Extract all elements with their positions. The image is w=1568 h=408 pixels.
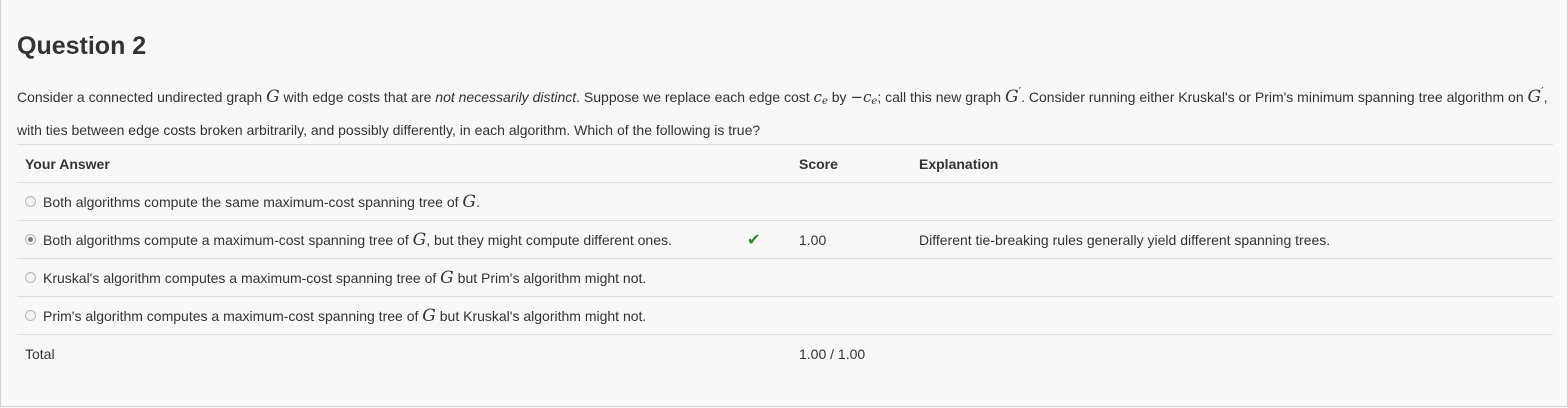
prompt-text: . Suppose we replace each edge cost bbox=[576, 89, 814, 105]
answer-row: Prim's algorithm computes a maximum-cost… bbox=[17, 296, 1553, 335]
answer-cell: Both algorithms compute a maximum-cost s… bbox=[17, 220, 747, 259]
answer-option[interactable]: Kruskal's algorithm computes a maximum-c… bbox=[25, 268, 646, 288]
option-text-post: but Prim's algorithm might not. bbox=[453, 269, 647, 286]
explanation-cell bbox=[911, 334, 1553, 372]
total-score: 1.00 / 1.00 bbox=[791, 334, 911, 372]
total-row: Total 1.00 / 1.00 bbox=[17, 334, 1553, 372]
option-text-pre: Both algorithms compute a maximum-cost s… bbox=[43, 231, 413, 248]
answer-cell: Kruskal's algorithm computes a maximum-c… bbox=[17, 258, 747, 297]
explanation-cell: Different tie-breaking rules generally y… bbox=[911, 220, 1553, 259]
explanation-cell bbox=[911, 258, 1553, 297]
prompt-emphasis: not necessarily distinct bbox=[435, 89, 577, 105]
math-neg-c: −c bbox=[850, 88, 872, 106]
mark-cell bbox=[747, 296, 791, 335]
math-ce: ce bbox=[813, 88, 828, 107]
radio-icon[interactable] bbox=[25, 196, 36, 207]
radio-icon[interactable] bbox=[25, 234, 36, 245]
answer-cell: Both algorithms compute the same maximum… bbox=[17, 182, 747, 221]
prompt-text: with edge costs that are bbox=[279, 89, 436, 105]
header-mark bbox=[747, 144, 791, 183]
answer-row: Kruskal's algorithm computes a maximum-c… bbox=[17, 258, 1553, 297]
prompt-text: Consider a connected undirected graph bbox=[17, 89, 267, 105]
results-table: Your Answer Score Explanation Both algor… bbox=[17, 144, 1553, 372]
math-g: G bbox=[440, 267, 454, 288]
checkmark-icon: ✔ bbox=[747, 230, 761, 249]
option-text-post: but Kruskal's algorithm might not. bbox=[435, 307, 647, 324]
option-text: Kruskal's algorithm computes a maximum-c… bbox=[43, 268, 646, 288]
radio-icon[interactable] bbox=[25, 272, 36, 283]
math-gprime: G′ bbox=[1527, 85, 1544, 107]
math-neg-ce: −ce bbox=[850, 88, 877, 107]
prompt-text: by bbox=[827, 89, 851, 105]
option-text-post: , but they might compute different ones. bbox=[426, 231, 672, 248]
answer-option[interactable]: Both algorithms compute the same maximum… bbox=[25, 192, 480, 212]
score-cell bbox=[791, 182, 911, 221]
radio-icon[interactable] bbox=[25, 310, 36, 321]
math-c: c bbox=[813, 88, 822, 106]
math-g: G bbox=[462, 191, 477, 212]
score-cell: 1.00 bbox=[791, 220, 911, 259]
option-text-pre: Kruskal's algorithm computes a maximum-c… bbox=[43, 269, 441, 286]
explanation-cell bbox=[911, 296, 1553, 335]
option-text-post: . bbox=[476, 193, 480, 210]
prompt-text: . Consider running either Kruskal's or P… bbox=[1021, 89, 1528, 105]
answer-option[interactable]: Both algorithms compute a maximum-cost s… bbox=[25, 230, 672, 250]
option-text: Prim's algorithm computes a maximum-cost… bbox=[43, 306, 646, 326]
question-title: Question 2 bbox=[17, 32, 147, 60]
math-g: G bbox=[412, 229, 427, 250]
header-score: Score bbox=[791, 144, 911, 183]
prompt-text: ; call this new graph bbox=[877, 89, 1005, 105]
math-gprime: G′ bbox=[1004, 85, 1021, 107]
question-prompt: Consider a connected undirected graph G … bbox=[17, 78, 1553, 144]
option-text: Both algorithms compute a maximum-cost s… bbox=[43, 230, 672, 250]
score-cell bbox=[791, 296, 911, 335]
header-your-answer: Your Answer bbox=[17, 144, 747, 183]
mark-cell bbox=[747, 334, 791, 372]
math-g: G bbox=[1004, 87, 1019, 107]
answer-option[interactable]: Prim's algorithm computes a maximum-cost… bbox=[25, 306, 646, 326]
answer-cell: Prim's algorithm computes a maximum-cost… bbox=[17, 296, 747, 335]
answer-row: Both algorithms compute the same maximum… bbox=[17, 182, 1553, 221]
math-g: G bbox=[1527, 87, 1542, 107]
mark-cell bbox=[747, 182, 791, 221]
math-g: G bbox=[422, 305, 436, 326]
mark-cell: ✔ bbox=[747, 220, 791, 259]
question-panel: Question 2 Consider a connected undirect… bbox=[0, 0, 1568, 407]
table-header-row: Your Answer Score Explanation bbox=[17, 144, 1553, 183]
option-text-pre: Prim's algorithm computes a maximum-cost… bbox=[43, 307, 423, 324]
total-label: Total bbox=[17, 334, 747, 372]
score-cell bbox=[791, 258, 911, 297]
option-text: Both algorithms compute the same maximum… bbox=[43, 192, 480, 212]
math-g: G bbox=[266, 87, 280, 107]
mark-cell bbox=[747, 258, 791, 297]
header-explanation: Explanation bbox=[911, 144, 1553, 183]
explanation-cell bbox=[911, 182, 1553, 221]
option-text-pre: Both algorithms compute the same maximum… bbox=[43, 193, 463, 210]
answer-row: Both algorithms compute a maximum-cost s… bbox=[17, 220, 1553, 259]
